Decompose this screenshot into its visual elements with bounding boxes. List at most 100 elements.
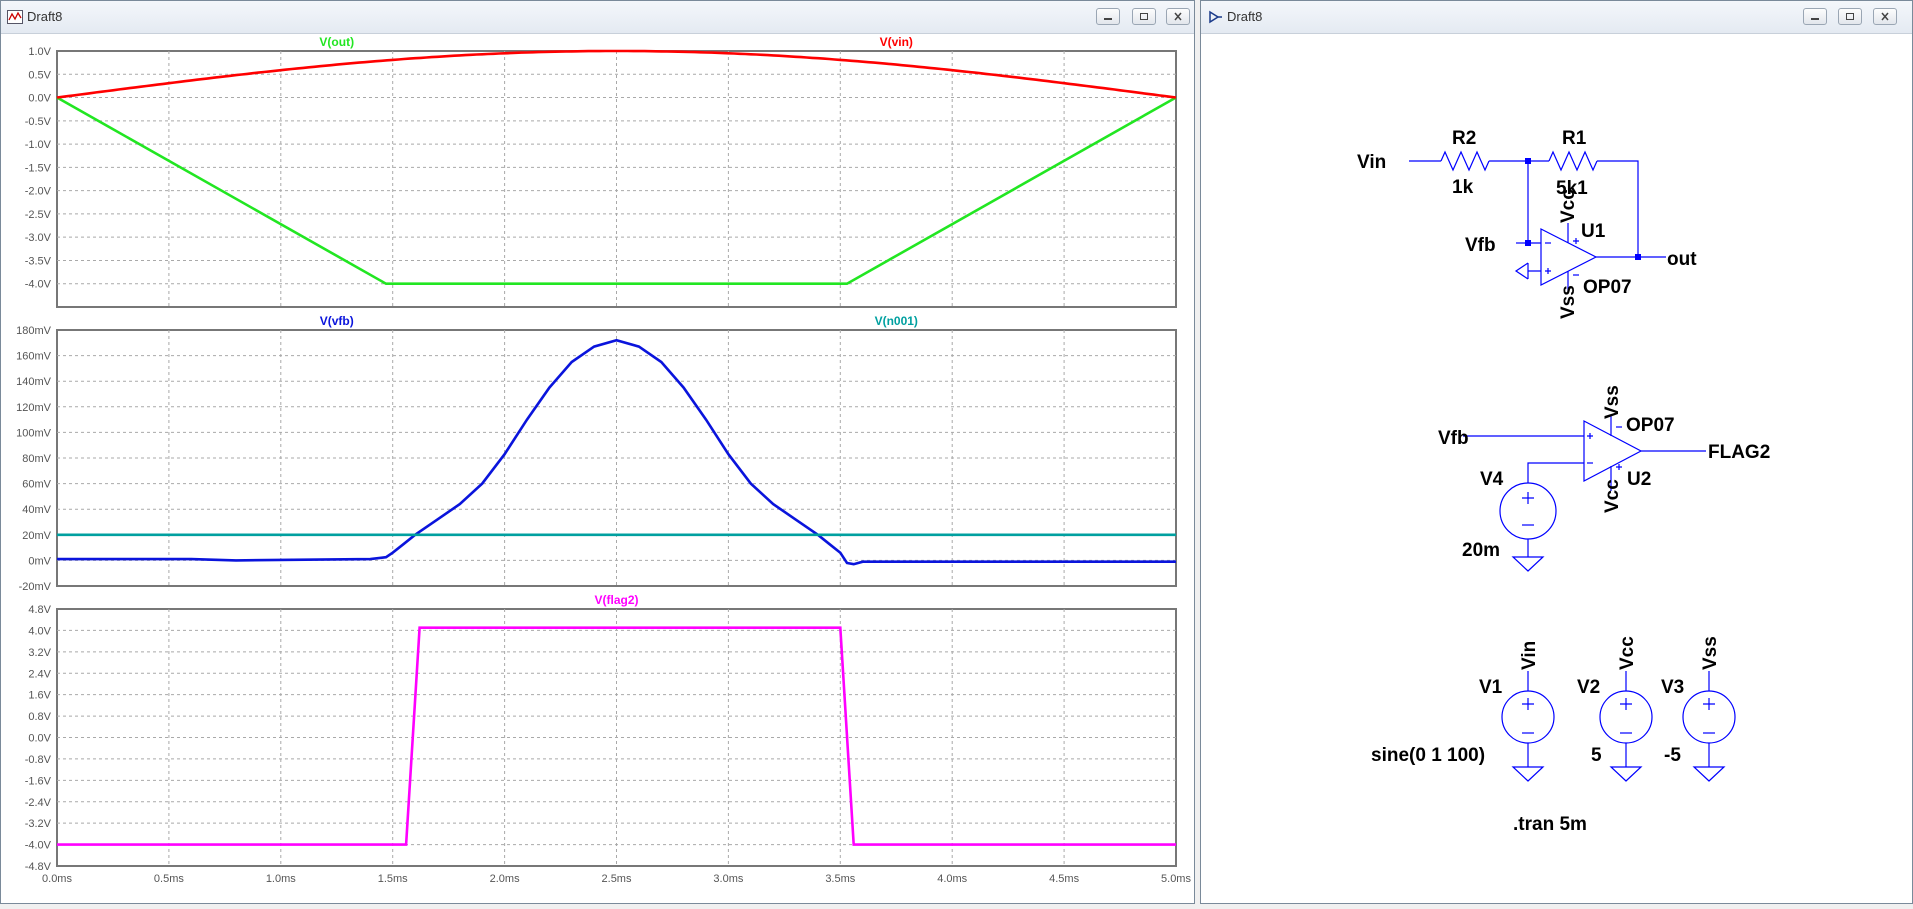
x-tick-label: 4.5ms [1049,873,1079,885]
y-tick-label: 0.0V [28,93,51,105]
y-tick-label: 20mV [22,530,51,542]
y-tick-label: -1.0V [25,139,52,151]
y-tick-label: -2.4V [25,797,52,809]
schematic-window-title: Draft8 [1227,9,1263,24]
label-u2-vss: Vss [1602,385,1623,419]
resistor-r2[interactable] [1440,150,1490,172]
label-r1: R1 [1562,128,1587,149]
wire-r1-out[interactable] [1597,160,1639,257]
y-tick-label: -0.5V [25,116,52,128]
maximize-button[interactable] [1132,8,1156,25]
label-v4-value: 20m [1462,540,1500,561]
voltage-source-v4[interactable] [1499,482,1557,540]
y-tick-label: 1.0V [28,46,51,58]
ground-symbol-v3 [1692,766,1726,782]
y-tick-label: 140mV [16,376,52,388]
x-tick-label: 0.5ms [154,873,184,885]
label-vin: Vin [1357,152,1386,173]
schematic-window[interactable]: Draft8 Vin R2 1k R1 5k1 Vcc U1 Vfb out O… [1200,0,1913,904]
y-tick-label: -2.0V [25,186,52,198]
y-tick-label: 180mV [16,325,52,337]
label-u2: U2 [1627,469,1651,490]
label-u2-vcc: Vcc [1602,479,1623,513]
wire-feedback-node[interactable] [1527,161,1541,244]
label-r2: R2 [1452,128,1476,149]
x-tick-label: 3.0ms [713,873,743,885]
label-flag2: FLAG2 [1708,442,1770,463]
wire-v4-minus[interactable] [1527,462,1584,483]
x-tick-label: 1.0ms [266,873,296,885]
x-tick-label: 2.5ms [602,873,632,885]
y-tick-label: -4.8V [25,861,52,873]
label-v3-value: -5 [1664,745,1681,766]
schematic-maximize-button[interactable] [1838,8,1862,25]
y-tick-label: -4.0V [25,840,52,852]
y-tick-label: 1.6V [28,690,51,702]
label-u1: U1 [1581,221,1606,242]
y-tick-label: -2.5V [25,209,52,221]
y-tick-label: -1.6V [25,775,52,787]
trace-label[interactable]: V(out) [319,35,354,49]
x-tick-label: 1.5ms [378,873,408,885]
label-v1-value: sine(0 1 100) [1371,745,1485,766]
y-tick-label: 160mV [16,351,52,363]
minimize-icon [1104,18,1112,20]
x-tick-label: 0.0ms [42,873,72,885]
restore-icon [1140,13,1148,20]
y-tick-label: -4.0V [25,279,52,291]
close-button[interactable] [1166,8,1190,25]
ground-symbol-u1 [1514,262,1529,280]
close-icon [1174,12,1182,21]
y-tick-label: -1.5V [25,162,52,174]
waveform-plot[interactable]: 1.0V 0.5V 0.0V -0.5V -1.0V -1.5V -2.0V -2.5V -3.… [1,34,1194,904]
y-tick-label: 60mV [22,479,51,491]
trace-label[interactable]: V(flag2) [594,593,638,607]
trace-label[interactable]: V(vfb) [320,314,354,328]
spice-directive-tran[interactable]: .tran 5m [1513,814,1587,835]
schematic-canvas[interactable]: Vin R2 1k R1 5k1 Vcc U1 Vfb out OP07 Vss… [1201,34,1912,903]
y-tick-label: -20mV [19,581,52,593]
x-tick-label: 2.0ms [490,873,520,885]
y-tick-label: 4.8V [28,604,51,616]
minimize-button[interactable] [1096,8,1120,25]
plot-area[interactable]: 1.0V 0.5V 0.0V -0.5V -1.0V -1.5V -2.0V -2.5V -3.… [1,34,1194,903]
trace-label[interactable]: V(vin) [880,35,913,49]
y-tick-label: 80mV [22,453,51,465]
y-tick-label: 40mV [22,504,51,516]
wire-ground-u1[interactable] [1527,263,1541,279]
label-r2-value: 1k [1452,177,1474,198]
trace-label[interactable]: V(n001) [875,314,918,328]
label-u1-model: OP07 [1583,277,1632,298]
minimize-icon [1811,18,1819,20]
waveform-titlebar[interactable]: Draft8 [1,1,1194,34]
y-tick-label: 100mV [16,427,52,439]
schematic-close-button[interactable] [1873,8,1897,25]
y-tick-label: 0.0V [28,733,51,745]
close-icon [1881,12,1889,21]
y-tick-label: -0.8V [25,754,52,766]
y-tick-label: 4.0V [28,625,51,637]
schematic-titlebar[interactable]: Draft8 [1201,1,1912,34]
label-v1-net: Vin [1519,641,1540,670]
y-tick-label: 3.2V [28,647,51,659]
y-tick-label: -3.0V [25,232,52,244]
label-v3: V3 [1661,677,1684,698]
y-tick-label: 120mV [16,402,52,414]
schematic-minimize-button[interactable] [1803,8,1827,25]
y-tick-label: 0.5V [28,69,51,81]
label-v4: V4 [1480,469,1504,490]
schematic-drawing[interactable]: Vin R2 1k R1 5k1 Vcc U1 Vfb out OP07 Vss… [1201,34,1912,904]
x-tick-label: 4.0ms [937,873,967,885]
waveform-window[interactable]: Draft8 1.0V 0.5V 0.0V -0.5V -1.0V -1.5V -2.0V -… [0,0,1195,904]
resistor-r1[interactable] [1548,150,1598,172]
ground-symbol-v2 [1609,766,1643,782]
ground-symbol-v1 [1511,766,1545,782]
label-v2-value: 5 [1591,745,1602,766]
ltspice-schematic-icon [1209,10,1222,24]
junctions [1525,158,1641,260]
y-tick-label: -3.2V [25,818,52,830]
ltspice-waveform-icon [7,10,23,24]
label-v3-net: Vss [1700,636,1721,670]
x-tick-label: 3.5ms [825,873,855,885]
x-tick-label: 5.0ms [1161,873,1191,885]
